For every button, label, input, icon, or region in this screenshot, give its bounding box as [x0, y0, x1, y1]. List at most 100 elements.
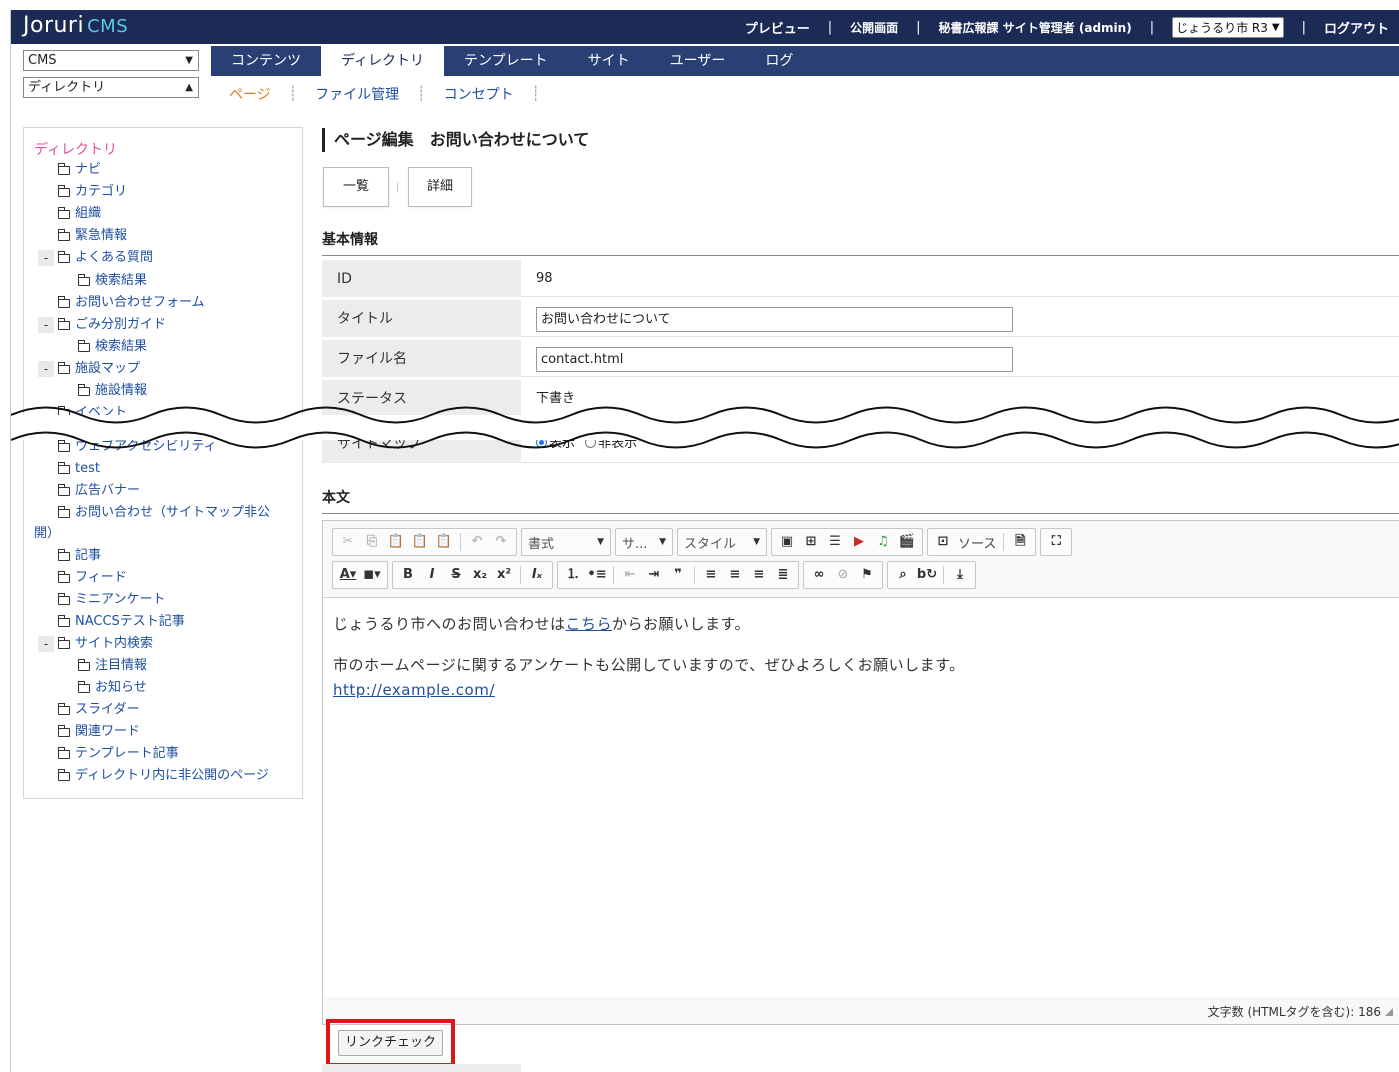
- youtube-icon[interactable]: ▶: [848, 531, 870, 553]
- redo-icon[interactable]: ↷: [490, 531, 512, 553]
- logo-main: Joruri: [23, 13, 85, 38]
- superscript-icon[interactable]: x²: [493, 564, 515, 586]
- collapse-toggle[interactable]: -: [38, 361, 54, 377]
- anchor-flag-icon[interactable]: ⚑: [856, 564, 878, 586]
- template-icon[interactable]: 🗎: [1009, 531, 1031, 553]
- preview-link[interactable]: プレビュー: [745, 18, 810, 37]
- table-icon[interactable]: ⊞: [800, 531, 822, 553]
- tab-log[interactable]: ログ: [745, 46, 813, 76]
- tab-site[interactable]: サイト: [568, 46, 650, 76]
- filename-input[interactable]: contact.html: [536, 347, 1013, 372]
- tree-item[interactable]: よくある質問: [57, 248, 153, 268]
- tree-item[interactable]: NACCSテスト記事: [57, 612, 185, 632]
- example-url-link[interactable]: http://example.com/: [333, 681, 495, 699]
- resize-grip-icon[interactable]: [1385, 1008, 1393, 1016]
- public-site-link[interactable]: 公開画面: [850, 19, 898, 36]
- background-color-icon[interactable]: ◼▾: [361, 564, 383, 586]
- size-dropdown[interactable]: サ... ▼: [615, 528, 673, 556]
- align-center-icon[interactable]: ≡: [724, 564, 746, 586]
- audio-icon[interactable]: ♫: [872, 531, 894, 553]
- tree-item[interactable]: フィード: [57, 568, 127, 588]
- strikethrough-icon[interactable]: S: [445, 564, 467, 586]
- cut-icon[interactable]: ✂: [337, 531, 359, 553]
- align-justify-icon[interactable]: ≣: [772, 564, 794, 586]
- cms-select[interactable]: CMS ▼: [23, 50, 199, 71]
- logout-link[interactable]: ログアウト: [1324, 18, 1389, 37]
- tree-item-continuation[interactable]: 開）: [34, 524, 60, 544]
- text-color-icon[interactable]: A▾: [337, 564, 359, 586]
- collapse-toggle[interactable]: -: [38, 317, 54, 333]
- detail-button[interactable]: 詳細: [408, 167, 472, 207]
- tree-item[interactable]: ナビ: [57, 160, 101, 180]
- paste-text-icon[interactable]: 📋: [409, 531, 431, 553]
- bulleted-list-icon[interactable]: •≡: [586, 564, 608, 586]
- horizontal-line-icon[interactable]: ☰: [824, 531, 846, 553]
- unlink-icon[interactable]: ⊘: [832, 564, 854, 586]
- indent-icon[interactable]: ⇥: [643, 564, 665, 586]
- tree-item[interactable]: 関連ワード: [57, 722, 140, 742]
- directory-select[interactable]: ディレクトリ ▲: [23, 77, 199, 98]
- tree-item[interactable]: お問い合わせフォーム: [57, 293, 205, 313]
- page-break-icon[interactable]: ⤓: [949, 564, 971, 586]
- tree-item[interactable]: ごみ分別ガイド: [57, 315, 166, 335]
- numbered-list-icon[interactable]: ⒈: [562, 564, 584, 586]
- source-button-label[interactable]: ソース: [956, 533, 998, 552]
- tab-template[interactable]: テンプレート: [444, 46, 568, 76]
- subtab-file-management[interactable]: ファイル管理: [307, 84, 407, 104]
- paste-icon[interactable]: 📋: [385, 531, 407, 553]
- title-input[interactable]: お問い合わせについて: [536, 307, 1013, 332]
- tree-item[interactable]: 記事: [57, 546, 101, 566]
- logo: Joruri CMS: [23, 13, 128, 38]
- list-button[interactable]: 一覧: [323, 167, 389, 207]
- undo-icon[interactable]: ↶: [466, 531, 488, 553]
- search-icon[interactable]: ⌕: [892, 564, 914, 586]
- tree-item[interactable]: 組織: [57, 204, 101, 224]
- blockquote-icon[interactable]: ❞: [667, 564, 689, 586]
- format-dropdown[interactable]: 書式 ▼: [521, 528, 611, 556]
- tree-root[interactable]: ディレクトリ: [34, 139, 117, 159]
- subtab-concept[interactable]: コンセプト: [436, 84, 522, 104]
- tree-item[interactable]: 広告バナー: [57, 481, 140, 501]
- tree-item[interactable]: 緊急情報: [57, 226, 127, 246]
- collapse-toggle[interactable]: -: [38, 636, 54, 652]
- remove-format-icon[interactable]: Iₓ: [526, 564, 548, 586]
- tree-item[interactable]: 検索結果: [77, 271, 147, 291]
- site-select[interactable]: じょうるり市 R3 ▼: [1172, 16, 1284, 38]
- tree-item[interactable]: お知らせ: [77, 678, 147, 698]
- tree-item[interactable]: test: [57, 459, 100, 479]
- editor-content-area[interactable]: じょうるり市へのお問い合わせはこちらからお願いします。 市のホームページに関する…: [323, 597, 1399, 997]
- align-right-icon[interactable]: ≡: [748, 564, 770, 586]
- outdent-icon[interactable]: ⇤: [619, 564, 641, 586]
- image-icon[interactable]: ▣: [776, 531, 798, 553]
- tab-directory[interactable]: ディレクトリ: [321, 46, 445, 78]
- copy-icon[interactable]: ⎘: [361, 531, 383, 553]
- tree-item[interactable]: テンプレート記事: [57, 744, 179, 764]
- contact-link[interactable]: こちら: [566, 615, 613, 633]
- collapse-toggle[interactable]: -: [38, 250, 54, 266]
- style-dropdown[interactable]: スタイル ▼: [677, 528, 767, 556]
- tab-user[interactable]: ユーザー: [650, 46, 746, 76]
- tree-item[interactable]: ミニアンケート: [57, 590, 165, 610]
- maximize-icon[interactable]: ⛶: [1045, 531, 1067, 553]
- editor-paragraph-1: じょうるり市へのお問い合わせはこちらからお願いします。: [333, 612, 1389, 637]
- tree-item[interactable]: お問い合わせ（サイトマップ非公: [57, 503, 270, 523]
- tree-item[interactable]: 検索結果: [77, 337, 147, 357]
- align-left-icon[interactable]: ≡: [700, 564, 722, 586]
- tree-item[interactable]: 施設マップ: [57, 359, 140, 379]
- tree-item[interactable]: スライダー: [57, 700, 139, 720]
- subtab-page[interactable]: ページ: [221, 84, 279, 104]
- paste-word-icon[interactable]: 📋: [433, 531, 455, 553]
- tree-item[interactable]: 注目情報: [77, 656, 147, 676]
- bold-icon[interactable]: B: [397, 564, 419, 586]
- link-icon[interactable]: ∞: [808, 564, 830, 586]
- tab-contents[interactable]: コンテンツ: [211, 46, 321, 76]
- video-icon[interactable]: 🎬: [896, 531, 918, 553]
- italic-icon[interactable]: I: [421, 564, 443, 586]
- tree-item[interactable]: ディレクトリ内に非公開のページ: [57, 766, 269, 786]
- subscript-icon[interactable]: x₂: [469, 564, 491, 586]
- tree-item[interactable]: サイト内検索: [57, 634, 153, 654]
- replace-icon[interactable]: b↻: [916, 564, 938, 586]
- tree-item[interactable]: カテゴリ: [57, 182, 127, 202]
- link-check-button[interactable]: リンクチェック: [338, 1030, 443, 1056]
- source-icon[interactable]: ⊡: [932, 531, 954, 553]
